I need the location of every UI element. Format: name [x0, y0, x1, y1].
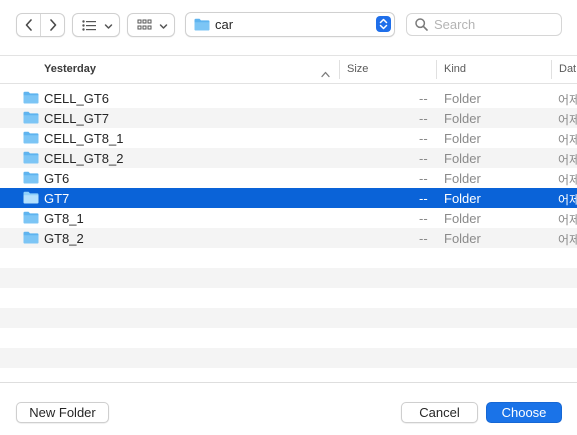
file-kind: Folder: [444, 171, 481, 186]
folder-icon: [23, 131, 39, 147]
file-date: 어제: [558, 133, 577, 147]
file-date: 어제: [558, 213, 577, 227]
file-row[interactable]: CELL_GT8_1 -- Folder 어제: [0, 128, 577, 148]
list-view-icon: [82, 19, 98, 31]
file-row[interactable]: CELL_GT8_2 -- Folder 어제: [0, 148, 577, 168]
file-kind: Folder: [444, 91, 481, 106]
file-row[interactable]: CELL_GT6 -- Folder 어제: [0, 88, 577, 108]
up-down-chevron-icon: [376, 16, 391, 32]
file-size: --: [419, 111, 428, 126]
file-size: --: [419, 191, 428, 206]
file-size: --: [419, 131, 428, 146]
column-divider[interactable]: [551, 60, 552, 79]
chevron-down-icon: [159, 19, 168, 34]
column-divider[interactable]: [339, 60, 340, 79]
folder-icon: [23, 91, 39, 107]
location-label: car: [215, 17, 234, 32]
file-kind: Folder: [444, 191, 481, 206]
search-input[interactable]: [434, 15, 554, 33]
new-folder-button[interactable]: New Folder: [16, 402, 109, 423]
file-size: --: [419, 211, 428, 226]
toolbar: car: [0, 0, 577, 48]
choose-button[interactable]: Choose: [486, 402, 562, 423]
file-row-selected[interactable]: GT7 -- Folder 어제: [0, 188, 577, 208]
empty-row: [0, 368, 577, 388]
folder-icon: [23, 171, 39, 187]
file-kind: Folder: [444, 111, 481, 126]
empty-row: [0, 348, 577, 368]
file-name: GT7: [44, 191, 70, 206]
history-nav: [16, 13, 65, 37]
file-kind: Folder: [444, 131, 481, 146]
file-size: --: [419, 151, 428, 166]
footer-divider: [0, 382, 577, 383]
location-popup[interactable]: car: [185, 12, 395, 37]
file-name: CELL_GT8_2: [44, 151, 124, 166]
file-row[interactable]: GT6 -- Folder 어제: [0, 168, 577, 188]
file-name: GT8_2: [44, 231, 84, 246]
cancel-button[interactable]: Cancel: [401, 402, 478, 423]
group-by-dropdown[interactable]: [127, 13, 175, 37]
chevron-right-icon: [49, 19, 56, 31]
empty-row: [0, 268, 577, 288]
column-divider[interactable]: [436, 60, 437, 79]
folder-icon: [23, 151, 39, 167]
search-icon: [415, 18, 428, 34]
file-name: GT8_1: [44, 211, 84, 226]
folder-icon: [23, 111, 39, 127]
empty-row: [0, 288, 577, 308]
file-kind: Folder: [444, 151, 481, 166]
file-date: 어제: [558, 193, 577, 207]
empty-row: [0, 308, 577, 328]
grid-icon: [137, 19, 153, 31]
file-date: 어제: [558, 173, 577, 187]
folder-icon: [23, 231, 39, 247]
file-row[interactable]: GT8_1 -- Folder 어제: [0, 208, 577, 228]
forward-button[interactable]: [40, 14, 64, 36]
file-name: CELL_GT7: [44, 111, 110, 126]
folder-icon: [194, 18, 210, 34]
file-row[interactable]: GT8_2 -- Folder 어제: [0, 228, 577, 248]
file-date: 어제: [558, 93, 577, 107]
column-header: Yesterday Size Kind Dat: [0, 56, 577, 84]
column-header-date[interactable]: Dat: [559, 56, 576, 83]
chevron-left-icon: [25, 19, 32, 31]
folder-icon: [23, 211, 39, 227]
file-date: 어제: [558, 113, 577, 127]
file-date: 어제: [558, 233, 577, 247]
column-header-size[interactable]: Size: [347, 56, 368, 83]
file-size: --: [419, 231, 428, 246]
file-size: --: [419, 91, 428, 106]
folder-icon: [23, 191, 39, 207]
empty-row: [0, 248, 577, 268]
view-mode-dropdown[interactable]: [72, 13, 120, 37]
sort-ascending-icon: [321, 66, 330, 81]
search-field[interactable]: [406, 13, 562, 36]
file-name: GT6: [44, 171, 70, 186]
back-button[interactable]: [17, 14, 40, 36]
empty-row: [0, 328, 577, 348]
file-kind: Folder: [444, 231, 481, 246]
file-row[interactable]: CELL_GT7 -- Folder 어제: [0, 108, 577, 128]
file-size: --: [419, 171, 428, 186]
column-header-kind[interactable]: Kind: [444, 56, 466, 83]
file-name: CELL_GT8_1: [44, 131, 124, 146]
file-list: CELL_GT6 -- Folder 어제 CELL_GT7 -- Folder…: [0, 88, 577, 388]
file-kind: Folder: [444, 211, 481, 226]
file-name: CELL_GT6: [44, 91, 110, 106]
column-header-name[interactable]: Yesterday: [44, 56, 96, 83]
chevron-down-icon: [104, 19, 113, 34]
file-date: 어제: [558, 153, 577, 167]
